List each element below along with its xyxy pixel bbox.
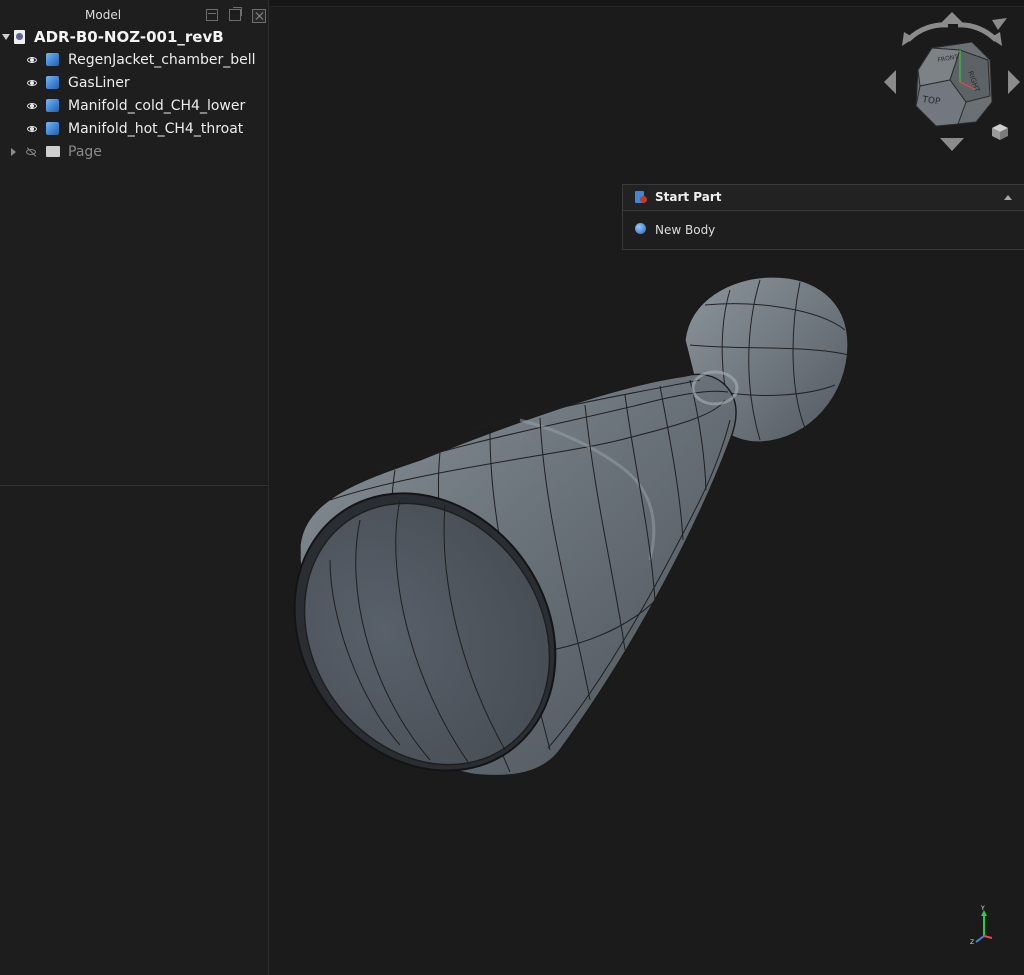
document-icon	[14, 30, 25, 44]
model-panel: Model ADR-B0-NOZ-001_revB RegenJacket_ch…	[0, 0, 269, 484]
page-label: Page	[68, 144, 102, 160]
body-cube-icon	[46, 99, 59, 112]
visibility-off-icon[interactable]	[26, 148, 38, 156]
new-body-icon[interactable]	[635, 223, 646, 234]
body-label: GasLiner	[68, 75, 130, 91]
model-panel-title: Model	[85, 8, 122, 22]
body-cube-icon	[46, 53, 59, 66]
float-panel-icon[interactable]	[229, 7, 242, 21]
body-label: Manifold_cold_CH4_lower	[68, 98, 246, 114]
home-view-cube-icon[interactable]	[992, 124, 1008, 140]
page-icon	[46, 146, 60, 157]
orbit-cw-icon[interactable]	[957, 22, 998, 42]
rotate-right-arrow-icon[interactable]	[1008, 70, 1020, 94]
document-name: ADR-B0-NOZ-001_revB	[34, 28, 224, 46]
properties-panel	[0, 485, 269, 975]
body-cube-icon	[46, 122, 59, 135]
visibility-eye-icon[interactable]	[27, 126, 37, 132]
view-navigation-cube[interactable]: TOP FRONT RIGHT	[880, 10, 1020, 155]
visibility-eye-icon[interactable]	[27, 103, 37, 109]
orbit-ccw-icon[interactable]	[906, 22, 949, 42]
viewport-top-bar	[270, 0, 1024, 7]
new-body-button[interactable]: New Body	[655, 223, 715, 237]
rotate-down-arrow-icon[interactable]	[940, 138, 964, 151]
axis-z-label: Z	[970, 939, 974, 944]
chevron-down-icon[interactable]	[2, 34, 10, 40]
part-icon	[635, 191, 648, 204]
nav-cube-body[interactable]: TOP FRONT RIGHT	[915, 41, 993, 127]
axis-y-label: Y	[980, 905, 985, 912]
visibility-eye-icon[interactable]	[27, 57, 37, 63]
collapse-caret-icon[interactable]	[1004, 195, 1012, 200]
model-panel-header: Model	[0, 6, 268, 26]
start-part-header[interactable]: Start Part	[623, 185, 1024, 211]
rotate-up-arrow-icon[interactable]	[940, 12, 964, 24]
minimize-panel-icon[interactable]	[206, 9, 218, 21]
axis-triad: Y Z	[970, 905, 992, 944]
visibility-eye-icon[interactable]	[27, 80, 37, 86]
rotate-left-arrow-icon[interactable]	[884, 70, 896, 94]
body-label: Manifold_hot_CH4_throat	[68, 121, 244, 137]
close-panel-icon[interactable]	[252, 9, 266, 23]
start-part-title: Start Part	[655, 190, 722, 204]
3d-viewport[interactable]: TOP FRONT RIGHT Y Z	[270, 0, 1024, 974]
chevron-right-icon[interactable]	[11, 148, 16, 156]
body-label: RegenJacket_chamber_bell	[68, 52, 256, 68]
body-cube-icon	[46, 76, 59, 89]
start-part-panel: Start Part New Body	[622, 184, 1024, 250]
